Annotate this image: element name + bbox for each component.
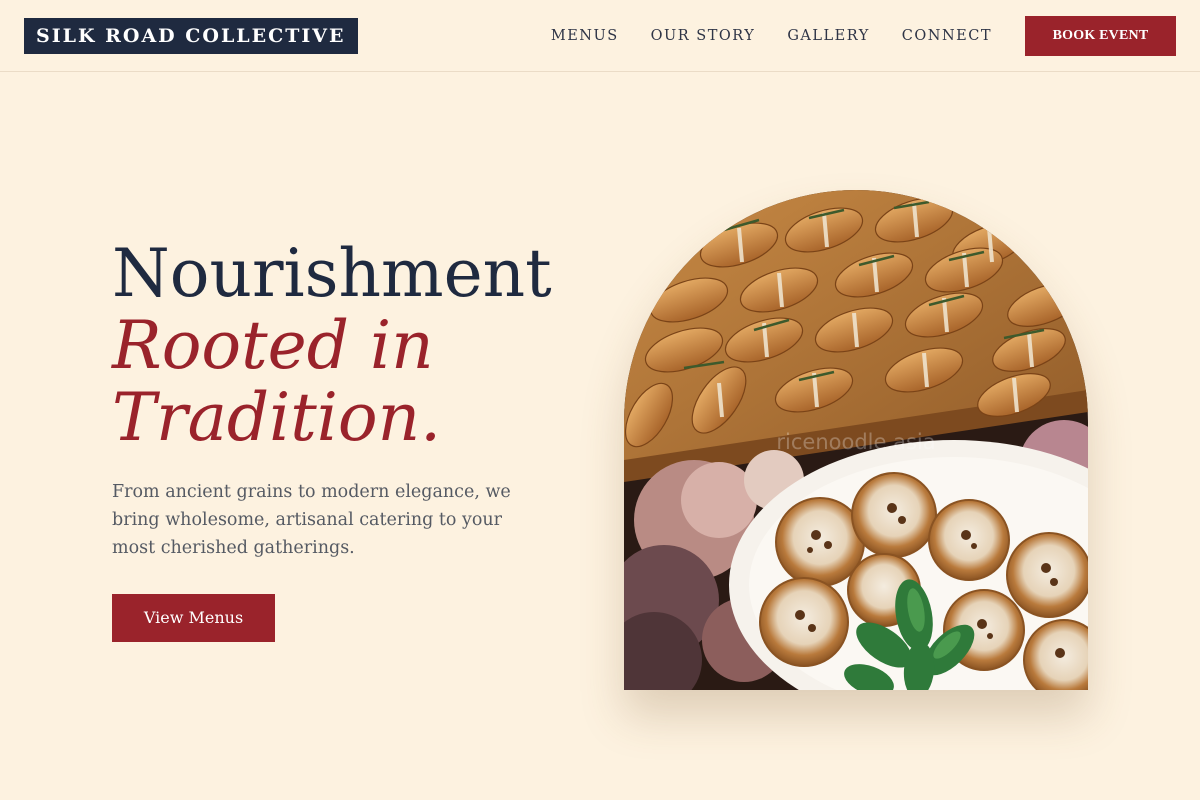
hero-title-line-2: Rooted in	[112, 307, 434, 384]
book-event-button[interactable]: BOOK EVENT	[1025, 16, 1176, 56]
hero-title: Nourishment Rooted in Tradition.	[112, 238, 552, 454]
hero-title-line-1: Nourishment	[112, 235, 552, 312]
hero-description: From ancient grains to modern elegance, …	[112, 482, 511, 558]
nav-link-our-story[interactable]: OUR STORY	[651, 28, 756, 44]
hero-title-line-3: Tradition.	[112, 379, 442, 456]
nav-link-gallery[interactable]: GALLERY	[787, 28, 869, 44]
nav-link-menus[interactable]: MENUS	[551, 28, 619, 44]
view-menus-button[interactable]: View Menus	[112, 594, 275, 642]
main-nav: MENUS OUR STORY GALLERY CONNECT	[551, 0, 992, 72]
site-header: SILK ROAD COLLECTIVE MENUS OUR STORY GAL…	[0, 0, 1200, 72]
nav-link-connect[interactable]: CONNECT	[902, 28, 992, 44]
hero-food-image: ricenoodle.asia	[624, 190, 1088, 690]
brand-logo[interactable]: SILK ROAD COLLECTIVE	[24, 18, 358, 54]
